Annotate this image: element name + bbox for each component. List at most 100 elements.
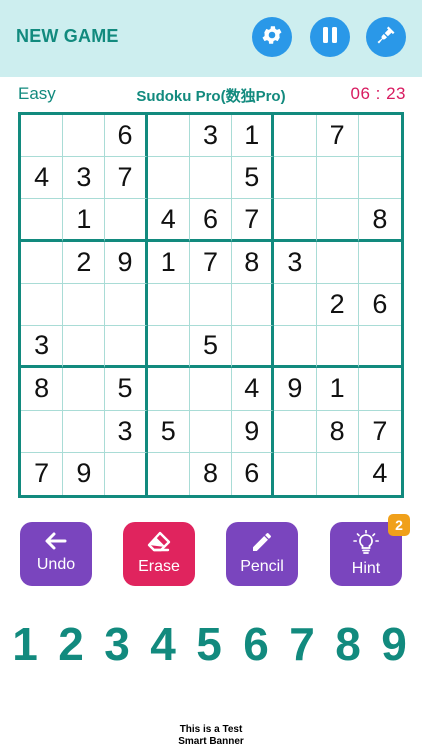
sudoku-cell[interactable]: 4 <box>21 157 64 200</box>
new-game-button[interactable]: NEW GAME <box>16 26 119 47</box>
sudoku-cell[interactable] <box>147 368 190 411</box>
sudoku-cell[interactable] <box>21 115 64 158</box>
sudoku-cell[interactable] <box>147 326 190 369</box>
sudoku-cell[interactable] <box>274 452 317 495</box>
sudoku-cell[interactable] <box>189 157 233 200</box>
settings-button[interactable] <box>252 17 292 57</box>
theme-button[interactable] <box>366 17 406 57</box>
sudoku-cell[interactable]: 7 <box>232 199 275 242</box>
sudoku-cell[interactable] <box>316 199 359 242</box>
number-key-3[interactable]: 3 <box>94 614 140 674</box>
sudoku-cell[interactable] <box>189 283 233 327</box>
sudoku-cell[interactable]: 1 <box>316 368 359 411</box>
eraser-icon <box>145 530 173 554</box>
sudoku-cell[interactable] <box>274 410 317 453</box>
pause-button[interactable] <box>310 17 350 57</box>
sudoku-cell[interactable] <box>147 157 190 200</box>
sudoku-cell[interactable] <box>232 283 275 327</box>
sudoku-cell[interactable]: 6 <box>189 199 233 242</box>
number-key-7[interactable]: 7 <box>279 614 325 674</box>
sudoku-cell[interactable] <box>105 452 148 495</box>
sudoku-cell[interactable]: 4 <box>147 199 190 242</box>
sudoku-cell[interactable] <box>274 115 317 158</box>
sudoku-cell[interactable] <box>148 452 190 495</box>
sudoku-cell[interactable] <box>63 283 106 327</box>
sudoku-cell[interactable]: 3 <box>21 326 64 369</box>
sudoku-cell[interactable] <box>274 283 317 327</box>
test-smart-banner[interactable]: This is a Test Smart Banner <box>0 724 422 748</box>
sudoku-cell[interactable] <box>317 452 359 495</box>
sudoku-cell[interactable]: 6 <box>105 115 148 158</box>
sudoku-cell[interactable] <box>63 326 106 369</box>
sudoku-cell[interactable]: 8 <box>190 452 233 495</box>
number-key-1[interactable]: 1 <box>2 614 48 674</box>
sudoku-cell[interactable] <box>232 326 275 369</box>
sudoku-cell[interactable]: 6 <box>358 284 401 327</box>
sudoku-cell[interactable]: 4 <box>232 368 275 411</box>
sudoku-cell[interactable] <box>21 241 64 284</box>
sudoku-cell[interactable]: 7 <box>316 115 359 158</box>
sudoku-cell[interactable]: 9 <box>63 452 106 495</box>
sudoku-cell[interactable]: 3 <box>63 157 106 200</box>
sudoku-cell[interactable] <box>358 326 401 369</box>
sudoku-cell[interactable]: 9 <box>274 368 317 411</box>
sudoku-cell[interactable]: 8 <box>232 241 275 284</box>
sudoku-cell[interactable]: 7 <box>105 157 148 200</box>
sudoku-cell[interactable]: 1 <box>232 115 275 158</box>
sudoku-cell[interactable]: 9 <box>105 241 148 284</box>
erase-button[interactable]: Erase <box>123 522 195 586</box>
sudoku-cell[interactable] <box>105 199 148 242</box>
sudoku-cell[interactable]: 6 <box>232 452 275 495</box>
sudoku-cell[interactable] <box>147 115 190 158</box>
sudoku-cell[interactable] <box>189 368 233 411</box>
sudoku-cell[interactable] <box>63 410 106 453</box>
sudoku-cell[interactable]: 2 <box>316 283 359 327</box>
number-key-6[interactable]: 6 <box>233 614 279 674</box>
sudoku-cell[interactable] <box>105 326 148 369</box>
sudoku-cell[interactable]: 7 <box>189 241 233 284</box>
sudoku-cell[interactable] <box>358 157 401 200</box>
sudoku-cell[interactable] <box>316 326 359 369</box>
sudoku-cell[interactable]: 8 <box>21 368 64 411</box>
pencil-button[interactable]: Pencil <box>226 522 298 586</box>
sudoku-cell[interactable]: 7 <box>21 452 64 495</box>
sudoku-cell[interactable]: 4 <box>359 453 401 495</box>
hint-button[interactable]: Hint 2 <box>330 514 410 586</box>
sudoku-cell[interactable]: 8 <box>358 199 401 242</box>
undo-button[interactable]: Undo <box>20 522 92 586</box>
sudoku-cell[interactable]: 9 <box>232 410 275 453</box>
number-key-8[interactable]: 8 <box>325 614 371 674</box>
sudoku-cell[interactable] <box>147 283 190 327</box>
sudoku-cell[interactable]: 1 <box>147 241 190 284</box>
sudoku-cell[interactable]: 5 <box>105 368 148 411</box>
number-key-9[interactable]: 9 <box>371 614 417 674</box>
sudoku-cell[interactable] <box>63 368 106 411</box>
sudoku-cell[interactable] <box>189 410 233 453</box>
sudoku-cell[interactable]: 7 <box>358 411 401 453</box>
sudoku-cell[interactable] <box>358 368 401 411</box>
sudoku-cell[interactable] <box>105 283 148 327</box>
sudoku-cell[interactable]: 5 <box>232 157 275 200</box>
sudoku-cell[interactable]: 5 <box>189 326 233 369</box>
sudoku-cell[interactable]: 3 <box>189 115 233 158</box>
sudoku-cell[interactable]: 3 <box>105 410 148 453</box>
sudoku-cell[interactable] <box>274 199 317 242</box>
sudoku-cell[interactable] <box>21 199 64 242</box>
sudoku-cell[interactable] <box>274 326 317 369</box>
sudoku-cell[interactable] <box>21 283 64 327</box>
number-key-5[interactable]: 5 <box>186 614 232 674</box>
sudoku-cell[interactable] <box>358 115 401 158</box>
sudoku-cell[interactable] <box>316 157 359 200</box>
number-key-4[interactable]: 4 <box>140 614 186 674</box>
sudoku-cell[interactable]: 1 <box>63 199 106 242</box>
sudoku-cell[interactable]: 8 <box>316 410 359 453</box>
sudoku-cell[interactable] <box>63 115 106 158</box>
sudoku-cell[interactable] <box>358 242 401 284</box>
sudoku-cell[interactable] <box>274 157 317 200</box>
sudoku-cell[interactable] <box>316 241 359 284</box>
sudoku-cell[interactable]: 3 <box>274 241 317 284</box>
number-key-2[interactable]: 2 <box>48 614 94 674</box>
sudoku-cell[interactable]: 5 <box>147 410 190 453</box>
sudoku-cell[interactable] <box>21 410 64 453</box>
sudoku-cell[interactable]: 2 <box>63 241 106 284</box>
